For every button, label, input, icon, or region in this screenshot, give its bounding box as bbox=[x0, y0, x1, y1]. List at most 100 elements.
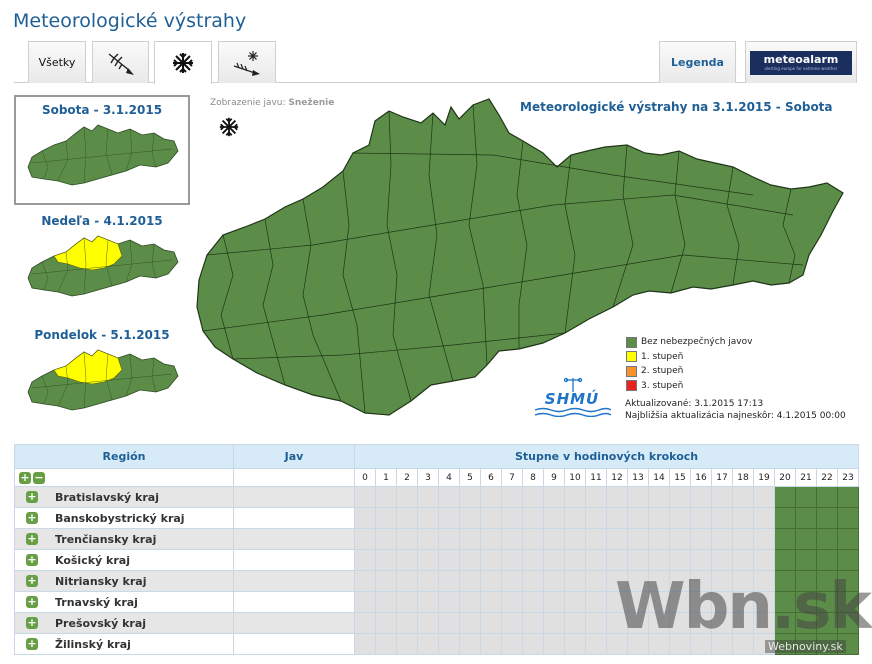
meteoalarm-tagline: alerting europe for extreme weather bbox=[764, 66, 838, 71]
mini-map bbox=[27, 349, 179, 411]
hour-cell bbox=[711, 486, 733, 508]
hour-cell bbox=[585, 633, 607, 655]
collapse-all-button[interactable]: − bbox=[33, 471, 45, 484]
hour-cell bbox=[396, 528, 418, 550]
table-row[interactable]: + Trenčiansky kraj bbox=[14, 528, 860, 550]
hour-header: 20 bbox=[774, 468, 796, 487]
hour-cell bbox=[501, 549, 523, 571]
expand-all-button[interactable]: + bbox=[19, 471, 31, 484]
column-header-phenomenon: Jav bbox=[233, 444, 355, 469]
hour-header: 9 bbox=[543, 468, 565, 487]
day-thumbnail-sunday[interactable]: Nedeľa - 4.1.2015 bbox=[14, 208, 190, 318]
hour-cell bbox=[396, 633, 418, 655]
hour-cell bbox=[543, 528, 565, 550]
hour-cell bbox=[816, 507, 838, 529]
expand-region-button[interactable]: + bbox=[26, 596, 38, 608]
hour-cell bbox=[417, 486, 439, 508]
region-name: Bratislavský kraj bbox=[55, 490, 159, 504]
tab-legend[interactable]: Legenda bbox=[659, 41, 736, 83]
hour-cell bbox=[375, 507, 397, 529]
hour-cell bbox=[417, 549, 439, 571]
hour-cell bbox=[543, 507, 565, 529]
hour-cell bbox=[396, 507, 418, 529]
hour-header: 10 bbox=[564, 468, 586, 487]
expand-region-button[interactable]: + bbox=[26, 533, 38, 545]
table-row[interactable]: + Banskobystrický kraj bbox=[14, 507, 860, 529]
day-thumbnail-monday[interactable]: Pondelok - 5.1.2015 bbox=[14, 322, 190, 432]
hour-cell bbox=[564, 612, 586, 634]
hour-cell bbox=[522, 507, 544, 529]
table-row[interactable]: + Bratislavský kraj bbox=[14, 486, 860, 508]
hour-cell bbox=[354, 528, 376, 550]
hour-cell bbox=[816, 528, 838, 550]
meteoalarm-logo: meteoalarm alerting europe for extreme w… bbox=[750, 50, 852, 75]
hour-cell bbox=[795, 507, 817, 529]
hour-cell bbox=[522, 633, 544, 655]
hour-cell bbox=[480, 633, 502, 655]
expand-region-button[interactable]: + bbox=[26, 617, 38, 629]
hour-cell bbox=[774, 528, 796, 550]
hour-cell bbox=[459, 486, 481, 508]
expand-region-button[interactable]: + bbox=[26, 638, 38, 650]
tab-blizzard[interactable] bbox=[218, 41, 276, 83]
tab-wind[interactable] bbox=[92, 41, 149, 83]
legend-label: 2. stupeň bbox=[641, 366, 684, 377]
hour-cell bbox=[669, 486, 691, 508]
hour-header: 13 bbox=[627, 468, 649, 487]
region-cell: + Trenčiansky kraj bbox=[14, 528, 234, 550]
hour-cell bbox=[396, 549, 418, 571]
map-title: Meteorologické výstrahy na 3.1.2015 - So… bbox=[520, 100, 833, 114]
hour-cell bbox=[459, 528, 481, 550]
hour-cell bbox=[795, 549, 817, 571]
phenomenon-cell bbox=[233, 591, 355, 613]
hour-cell bbox=[501, 633, 523, 655]
table-row[interactable]: + Košický kraj bbox=[14, 549, 860, 571]
hour-cell bbox=[522, 591, 544, 613]
hour-cell bbox=[627, 528, 649, 550]
mini-map bbox=[27, 235, 179, 297]
expand-region-button[interactable]: + bbox=[26, 512, 38, 524]
updated-label: Aktualizované: bbox=[625, 399, 692, 409]
phenomenon-cell bbox=[233, 633, 355, 655]
hour-cell bbox=[417, 528, 439, 550]
region-cell: + Bratislavský kraj bbox=[14, 486, 234, 508]
hour-header: 22 bbox=[816, 468, 838, 487]
hour-cell bbox=[522, 549, 544, 571]
hour-cell bbox=[459, 633, 481, 655]
hour-cell bbox=[354, 591, 376, 613]
hour-header: 23 bbox=[836, 468, 860, 487]
hour-cell bbox=[606, 549, 628, 571]
hour-cell bbox=[648, 507, 670, 529]
phenomenon-cell bbox=[233, 570, 355, 592]
hour-cell bbox=[354, 549, 376, 571]
column-header-hours: Stupne v hodinových krokoch bbox=[353, 444, 860, 469]
hour-header: 8 bbox=[522, 468, 544, 487]
hour-cell bbox=[480, 591, 502, 613]
expand-region-button[interactable]: + bbox=[26, 575, 38, 587]
tab-meteoalarm[interactable]: meteoalarm alerting europe for extreme w… bbox=[745, 41, 857, 83]
tab-snow[interactable] bbox=[154, 41, 212, 84]
hour-header: 11 bbox=[585, 468, 607, 487]
hour-cell bbox=[585, 528, 607, 550]
legend-label: Bez nebezpečných javov bbox=[641, 337, 753, 348]
hour-cell bbox=[543, 591, 565, 613]
hour-cell bbox=[564, 507, 586, 529]
slovakia-map[interactable] bbox=[193, 95, 853, 420]
hour-cell bbox=[836, 549, 860, 571]
hour-cell bbox=[753, 507, 775, 529]
hour-cell bbox=[375, 591, 397, 613]
hour-cell bbox=[774, 507, 796, 529]
hour-cell bbox=[564, 570, 586, 592]
tab-all[interactable]: Všetky bbox=[28, 41, 86, 83]
phenomenon-cell bbox=[233, 486, 355, 508]
hour-cell bbox=[543, 486, 565, 508]
region-name: Košický kraj bbox=[55, 553, 130, 567]
expand-region-button[interactable]: + bbox=[26, 491, 38, 503]
hour-header: 2 bbox=[396, 468, 418, 487]
hour-cell bbox=[711, 528, 733, 550]
hour-cell bbox=[375, 549, 397, 571]
expand-region-button[interactable]: + bbox=[26, 554, 38, 566]
day-thumbnail-saturday[interactable]: Sobota - 3.1.2015 bbox=[14, 95, 190, 205]
hour-cell bbox=[375, 612, 397, 634]
hour-cell bbox=[564, 549, 586, 571]
